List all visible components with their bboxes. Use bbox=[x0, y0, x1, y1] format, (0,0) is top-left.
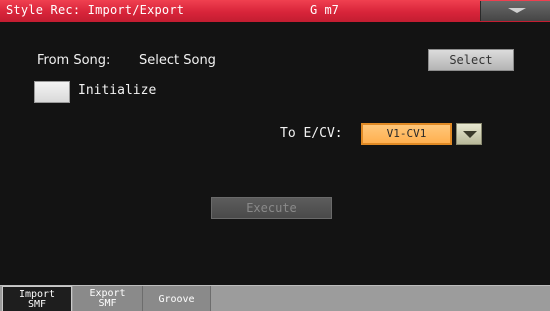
tab-groove[interactable]: Groove bbox=[143, 286, 211, 311]
chord-display: G m7 bbox=[310, 3, 339, 17]
tab-import-smf[interactable]: Import SMF bbox=[2, 286, 72, 311]
from-song-label: From Song: bbox=[37, 53, 111, 68]
select-song-button[interactable]: Select bbox=[428, 49, 514, 71]
to-ecv-label: To E/CV: bbox=[280, 126, 343, 141]
execute-button[interactable]: Execute bbox=[211, 197, 332, 219]
import-panel: From Song: Select Song Select Initialize… bbox=[0, 22, 550, 285]
tab-export-smf[interactable]: Export SMF bbox=[73, 286, 143, 311]
to-ecv-select[interactable]: V1-CV1 bbox=[361, 123, 452, 145]
from-song-value: Select Song bbox=[139, 53, 216, 68]
page-title: Style Rec: Import/Export bbox=[6, 3, 185, 17]
initialize-checkbox[interactable] bbox=[34, 81, 70, 103]
page-menu-button[interactable] bbox=[480, 1, 550, 21]
title-bar: Style Rec: Import/Export G m7 bbox=[0, 0, 550, 22]
tab-import-line2: SMF bbox=[27, 299, 47, 310]
initialize-label: Initialize bbox=[78, 83, 157, 98]
tab-groove-label: Groove bbox=[158, 294, 195, 305]
tab-export-line2: SMF bbox=[98, 298, 117, 309]
to-ecv-dropdown-button[interactable] bbox=[456, 123, 482, 145]
triangle-down-icon bbox=[508, 8, 526, 13]
chevron-down-icon bbox=[463, 131, 477, 138]
tab-bar: Import SMF Export SMF Groove bbox=[0, 285, 550, 311]
